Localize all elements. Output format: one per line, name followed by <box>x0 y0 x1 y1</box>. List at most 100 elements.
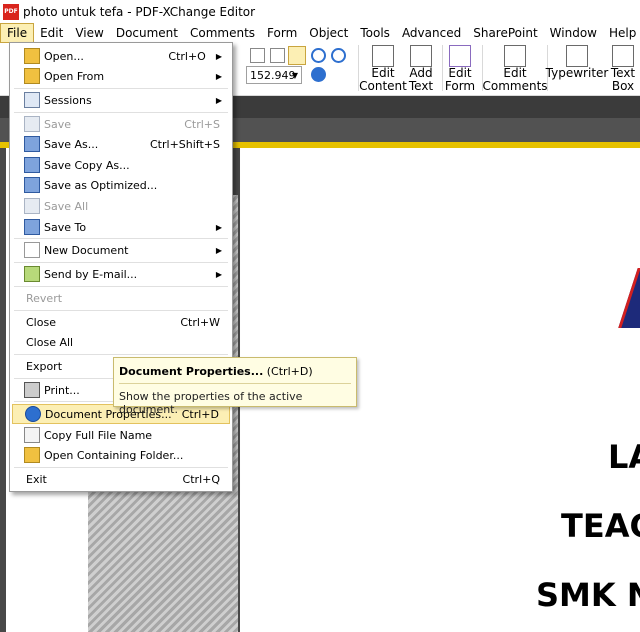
menu-item-label: Save as Optimized... <box>44 178 158 192</box>
edit-form-label-2: Form <box>444 79 476 93</box>
menu-item-shortcut: Ctrl+O <box>168 49 206 63</box>
menu-edit[interactable]: Edit <box>34 23 69 43</box>
menu-tools[interactable]: Tools <box>354 23 396 43</box>
menu-bar: File Edit View Document Comments Form Ob… <box>0 23 640 43</box>
app-icon-text: PDF <box>4 8 18 15</box>
edit-form-button[interactable]: Edit Form <box>444 43 476 93</box>
open-from-icon <box>24 68 40 84</box>
menu-item-label: Save <box>44 117 72 131</box>
pdf-xchange-icon[interactable]: PDF <box>3 3 19 20</box>
menu-file[interactable]: File <box>0 23 35 43</box>
submenu-arrow-icon: ▶ <box>215 95 222 105</box>
menu-item-revert[interactable]: Revert <box>12 288 230 308</box>
menu-item-label: Sessions <box>44 93 92 107</box>
sessions-icon <box>24 92 40 108</box>
edit-comments-label-2: Comments <box>482 79 548 93</box>
menu-window[interactable]: Window <box>544 23 603 43</box>
menu-item-label: Open... <box>44 49 84 63</box>
zoom-value: 152.949 <box>250 69 296 82</box>
zoom-plus-icon[interactable] <box>311 67 326 82</box>
save-copy-icon <box>24 157 40 173</box>
text-box-icon <box>612 45 634 67</box>
menu-advanced[interactable]: Advanced <box>396 23 467 43</box>
menu-item-label: Copy Full File Name <box>44 428 153 442</box>
file-menu: Open... Ctrl+O ▶ Open From ▶ Sessions ▶ … <box>9 42 233 492</box>
text-box-button[interactable]: Text Box <box>608 43 638 93</box>
menu-document[interactable]: Document <box>110 23 184 43</box>
menu-item-shortcut: Ctrl+S <box>184 117 220 131</box>
menu-item-open-from[interactable]: Open From ▶ <box>12 66 230 86</box>
zoom-out-icon[interactable] <box>331 48 346 63</box>
chevron-down-icon[interactable]: ▼ <box>292 67 298 85</box>
menu-item-close-all[interactable]: Close All <box>12 332 230 352</box>
menu-item-label: Save Copy As... <box>44 158 130 172</box>
menu-item-shortcut: Ctrl+Q <box>182 472 220 486</box>
page-text-line-2: TEAC <box>561 507 640 545</box>
menu-item-close[interactable]: Close Ctrl+W <box>12 312 230 332</box>
menu-item-shortcut: Ctrl+W <box>180 315 220 329</box>
new-document-icon <box>24 242 40 258</box>
menu-item-sessions[interactable]: Sessions ▶ <box>12 90 230 110</box>
page-text-line-1: LA <box>608 438 640 476</box>
edit-content-icon <box>372 45 394 67</box>
menu-item-label: Exit <box>26 472 47 486</box>
menu-sharepoint[interactable]: SharePoint <box>467 23 543 43</box>
edit-content-button[interactable]: Edit Content <box>359 43 407 93</box>
fit-width-icon[interactable] <box>270 48 285 63</box>
fit-visible-icon[interactable] <box>288 46 306 65</box>
submenu-arrow-icon: ▶ <box>215 222 222 232</box>
menu-separator <box>14 354 228 355</box>
window-title: photo untuk tefa - PDF-XChange Editor <box>23 4 256 19</box>
typewriter-icon <box>566 45 588 67</box>
menu-item-new-document[interactable]: New Document ▶ <box>12 240 230 260</box>
zoom-in-icon[interactable] <box>311 48 326 63</box>
tooltip-title-text: Document Properties... <box>119 365 264 378</box>
menu-item-label: Close <box>26 315 56 329</box>
typewriter-button[interactable]: Typewriter <box>546 43 608 93</box>
menu-item-save-copy-as[interactable]: Save Copy As... <box>12 155 230 175</box>
menu-item-send-email[interactable]: Send by E-mail... ▶ <box>12 264 230 284</box>
edit-comments-icon <box>504 45 526 67</box>
menu-separator <box>14 467 228 468</box>
menu-item-shortcut: Ctrl+Shift+S <box>150 137 220 151</box>
folder-icon <box>24 447 40 463</box>
menu-view[interactable]: View <box>69 23 109 43</box>
menu-item-label: Open Containing Folder... <box>44 448 184 462</box>
title-bar: PDF photo untuk tefa - PDF-XChange Edito… <box>0 0 640 23</box>
menu-help[interactable]: Help <box>603 23 640 43</box>
tooltip-title: Document Properties... (Ctrl+D) <box>119 365 313 378</box>
menu-separator <box>14 262 228 263</box>
save-all-icon <box>24 198 40 214</box>
menu-item-label: Open From <box>44 69 105 83</box>
ribbon-separator <box>442 45 443 91</box>
zoom-input[interactable]: 152.949 ▼ <box>246 66 302 84</box>
menu-item-open[interactable]: Open... Ctrl+O ▶ <box>12 46 230 66</box>
submenu-arrow-icon: ▶ <box>215 71 222 81</box>
menu-item-label: Save As... <box>44 137 99 151</box>
menu-item-save-as[interactable]: Save As... Ctrl+Shift+S <box>12 134 230 154</box>
menu-separator <box>14 310 228 311</box>
menu-item-save[interactable]: Save Ctrl+S <box>12 114 230 134</box>
edit-comments-button[interactable]: Edit Comments <box>482 43 548 93</box>
menu-comments[interactable]: Comments <box>184 23 261 43</box>
menu-item-copy-full-file-name[interactable]: Copy Full File Name <box>12 425 230 445</box>
info-icon <box>25 406 41 422</box>
menu-form[interactable]: Form <box>261 23 303 43</box>
submenu-arrow-icon: ▶ <box>215 245 222 255</box>
fit-page-icon[interactable] <box>250 48 265 63</box>
tooltip-divider <box>119 383 351 384</box>
menu-item-save-to[interactable]: Save To ▶ <box>12 217 230 237</box>
menu-separator <box>14 112 228 113</box>
open-folder-icon <box>24 48 40 64</box>
menu-item-exit[interactable]: Exit Ctrl+Q <box>12 469 230 489</box>
menu-item-save-all[interactable]: Save All <box>12 196 230 216</box>
save-to-icon <box>24 219 40 235</box>
menu-item-open-containing-folder[interactable]: Open Containing Folder... <box>12 445 230 465</box>
add-text-button[interactable]: Add Text <box>406 43 436 93</box>
menu-object[interactable]: Object <box>303 23 354 43</box>
menu-item-label: Save To <box>44 220 87 234</box>
menu-item-label: New Document <box>44 243 129 257</box>
tooltip: Document Properties... (Ctrl+D) Show the… <box>113 357 357 416</box>
menu-item-save-optimized[interactable]: Save as Optimized... <box>12 175 230 195</box>
tooltip-description: Show the properties of the active docume… <box>119 390 303 416</box>
